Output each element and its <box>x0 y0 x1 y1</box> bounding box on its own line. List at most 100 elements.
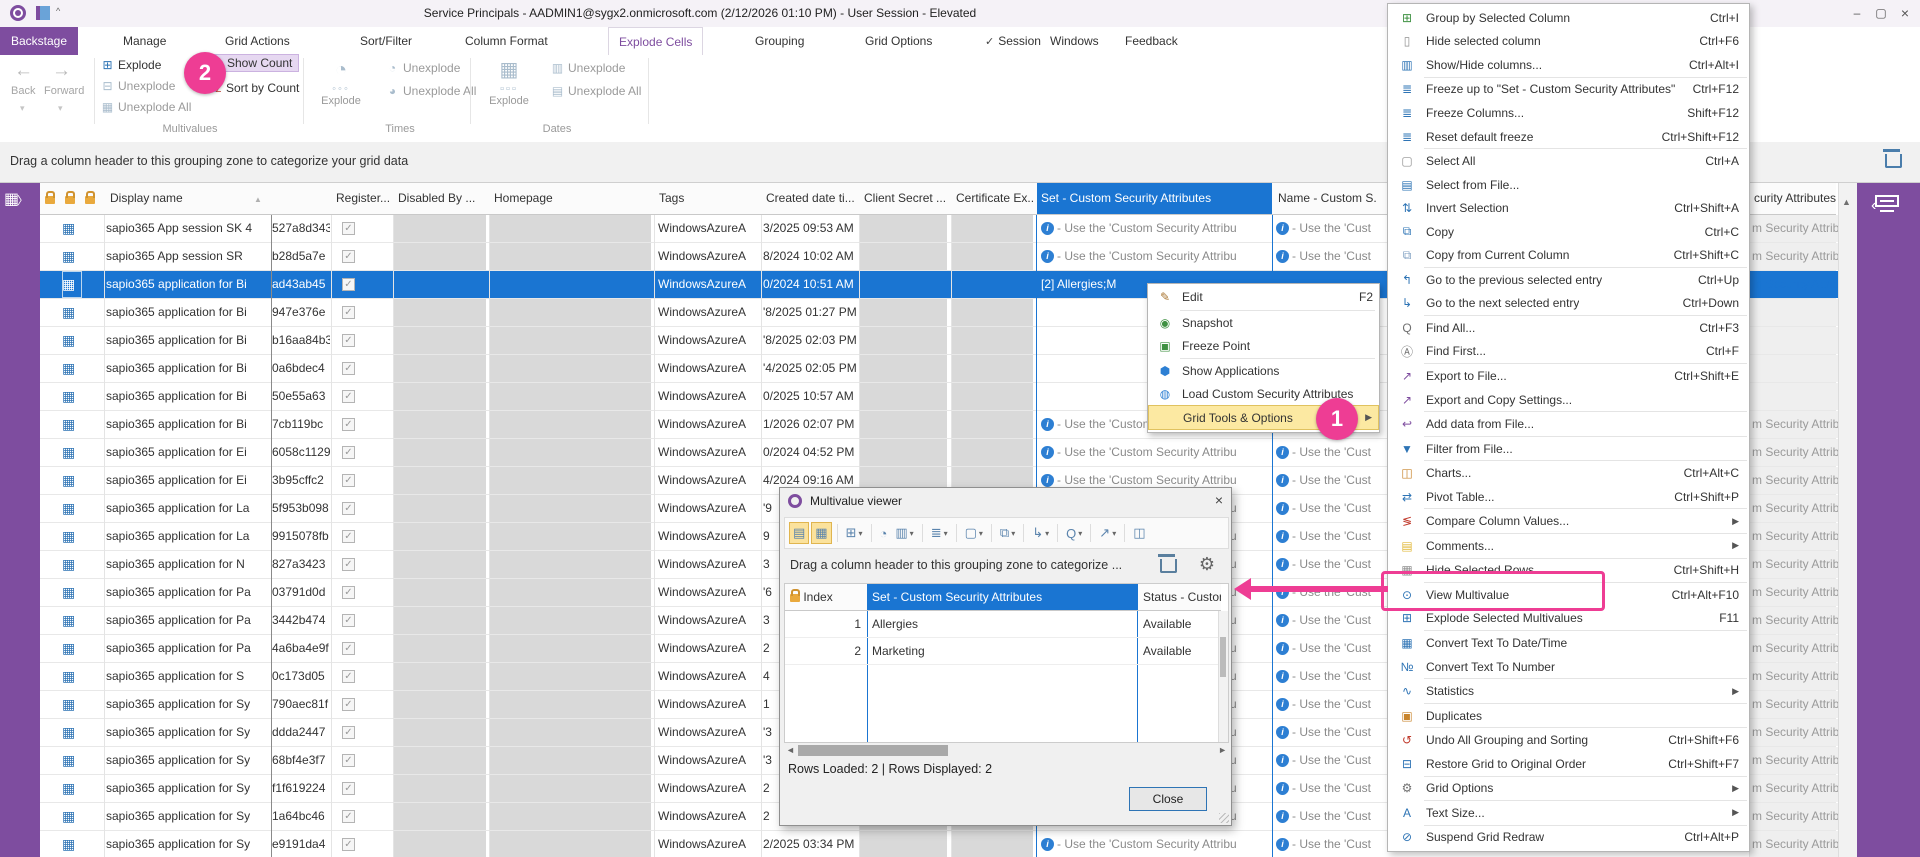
registered-checkbox[interactable]: ✓ <box>342 474 355 487</box>
disabled-by-cell[interactable] <box>394 439 488 466</box>
homepage-cell[interactable] <box>490 663 653 690</box>
id-cell[interactable]: 50e55a63 <box>272 383 330 410</box>
tags-cell[interactable]: WindowsAzureA <box>658 747 760 774</box>
menu-item-filter-from-file-[interactable]: ▼ Filter from File... <box>1388 437 1749 461</box>
tags-cell[interactable]: WindowsAzureA <box>658 327 760 354</box>
dialog-index-cell[interactable]: 2 <box>785 638 867 665</box>
menu-item-convert-text-to-date-time[interactable]: ▦ Convert Text To Date/Time <box>1388 631 1749 655</box>
trash-icon[interactable] <box>1883 149 1902 168</box>
row-grid-icon[interactable]: ▦ <box>62 579 82 606</box>
client-secret-cell[interactable] <box>860 411 949 438</box>
column-header-created-date-ti-[interactable]: Created date ti... <box>762 183 858 214</box>
dialog-toolbar-button[interactable]: ▦ <box>811 522 832 544</box>
disabled-by-cell[interactable] <box>394 719 488 746</box>
dialog-vertical-scrollbar[interactable] <box>1218 611 1228 742</box>
row-grid-icon[interactable]: ▦ <box>62 299 82 326</box>
tags-cell[interactable]: WindowsAzureA <box>658 243 760 270</box>
id-cell[interactable]: f1f619224 <box>272 775 330 802</box>
tab-windows[interactable]: Windows <box>1040 27 1109 55</box>
hidden-column-fragment-cell[interactable]: m Security Attribu <box>1750 215 1838 242</box>
name-attributes-cell[interactable]: i- Use the 'Cust <box>1276 215 1386 242</box>
hidden-column-fragment-cell[interactable]: m Security Attribu <box>1750 271 1838 298</box>
tags-cell[interactable]: WindowsAzureA <box>658 719 760 746</box>
id-cell[interactable]: 3b95cffc2 <box>272 467 330 494</box>
times-unexplode-all-button[interactable]: ◕ Unexplode All <box>385 84 477 98</box>
dialog-value-cell[interactable]: Allergies <box>867 611 1138 638</box>
registered-checkbox[interactable]: ✓ <box>342 334 355 347</box>
menu-item-show-applications[interactable]: ⬢ Show Applications <box>1148 360 1379 383</box>
client-secret-cell[interactable] <box>860 355 949 382</box>
set-attributes-cell[interactable]: i- Use the 'Custom Security Attribu <box>1041 243 1270 270</box>
name-attributes-cell[interactable]: i- Use the 'Cust <box>1276 439 1386 466</box>
display-name-cell[interactable]: sapio365 application for Sy <box>106 719 270 746</box>
row-grid-icon[interactable]: ▦ <box>62 523 82 550</box>
dates-explode-button[interactable]: ▦ ▫▫▫ Explode <box>478 57 540 107</box>
display-name-cell[interactable]: sapio365 application for Sy <box>106 803 270 830</box>
column-header-certificate-ex-[interactable]: Certificate Ex... <box>952 183 1035 214</box>
name-attributes-cell[interactable]: i- Use the 'Cust <box>1276 775 1386 802</box>
registered-checkbox[interactable]: ✓ <box>342 754 355 767</box>
name-attributes-cell[interactable]: i- Use the 'Cust <box>1276 579 1386 606</box>
display-name-cell[interactable]: sapio365 application for Sy <box>106 831 270 857</box>
homepage-cell[interactable] <box>490 355 653 382</box>
display-name-cell[interactable]: sapio365 application for Ei <box>106 439 270 466</box>
gear-icon[interactable]: ⚙ <box>1199 554 1215 575</box>
row-grid-icon[interactable]: ▦ <box>62 495 82 522</box>
registered-checkbox[interactable]: ✓ <box>342 530 355 543</box>
menu-item-compare-column-values-[interactable]: ≶ Compare Column Values... ▶ <box>1388 509 1749 533</box>
hidden-column-fragment-cell[interactable] <box>1750 299 1838 326</box>
client-secret-cell[interactable] <box>860 831 949 857</box>
times-unexplode-button[interactable]: ◔ Unexplode <box>385 61 461 75</box>
homepage-cell[interactable] <box>490 523 653 550</box>
tags-cell[interactable]: WindowsAzureA <box>658 495 760 522</box>
scroll-left-icon[interactable]: ◄ <box>786 745 795 755</box>
disabled-by-cell[interactable] <box>394 243 488 270</box>
menu-item-charts-[interactable]: ◫ Charts... Ctrl+Alt+C <box>1388 461 1749 485</box>
display-name-cell[interactable]: sapio365 App session SR <box>106 243 270 270</box>
dialog-toolbar-button[interactable]: ▥ ▾ <box>892 523 916 543</box>
dialog-grouping-zone[interactable]: Drag a column header to this grouping zo… <box>784 551 1229 581</box>
menu-item-restore-grid-to-original-order[interactable]: ⊟ Restore Grid to Original Order Ctrl+Shif… <box>1388 752 1749 776</box>
dialog-col-status[interactable]: Status - Custom <box>1138 584 1221 611</box>
id-cell[interactable]: 527a8d343 <box>272 215 330 242</box>
tab-column-format[interactable]: Column Format <box>455 27 558 55</box>
tags-cell[interactable]: WindowsAzureA <box>658 355 760 382</box>
menu-item-export-to-file-[interactable]: ↗ Export to File... Ctrl+Shift+E <box>1388 364 1749 388</box>
dialog-toolbar-button[interactable]: ◔ <box>877 524 891 543</box>
client-secret-cell[interactable] <box>860 439 949 466</box>
disabled-by-cell[interactable] <box>394 551 488 578</box>
forward-caret-icon[interactable]: ▾ <box>58 103 63 114</box>
tab-explode-cells[interactable]: Explode Cells <box>608 27 704 55</box>
homepage-cell[interactable] <box>490 635 653 662</box>
dialog-toolbar-button[interactable]: ▢ ▾ <box>962 523 986 543</box>
homepage-cell[interactable] <box>490 467 653 494</box>
homepage-cell[interactable] <box>490 579 653 606</box>
set-attributes-cell[interactable]: i- Use the 'Custom Security Attribu <box>1041 215 1270 242</box>
id-cell[interactable]: 03791d0d <box>272 579 330 606</box>
id-cell[interactable]: 790aec81f <box>272 691 330 718</box>
menu-item-text-size-[interactable]: A Text Size... ▶ <box>1388 801 1749 825</box>
display-name-cell[interactable]: sapio365 application for Bi <box>106 355 270 382</box>
column-header-blank[interactable] <box>272 183 330 214</box>
id-cell[interactable]: 827a3423 <box>272 551 330 578</box>
id-cell[interactable]: ddda2447 <box>272 719 330 746</box>
menu-item-statistics[interactable]: ∿ Statistics ▶ <box>1388 679 1749 703</box>
certificate-cell[interactable] <box>952 355 1035 382</box>
row-grid-icon[interactable]: ▦ <box>62 635 82 662</box>
hidden-column-fragment-cell[interactable]: m Security Attribu <box>1750 551 1838 578</box>
dialog-close-button[interactable]: Close <box>1129 787 1207 811</box>
row-grid-icon[interactable]: ▦ <box>62 439 82 466</box>
disabled-by-cell[interactable] <box>394 299 488 326</box>
row-grid-icon[interactable]: ▦ <box>62 355 82 382</box>
homepage-cell[interactable] <box>490 495 653 522</box>
registered-checkbox[interactable]: ✓ <box>342 558 355 571</box>
column-header-display-name[interactable]: Display name ▲ <box>106 183 270 214</box>
hidden-column-fragment-cell[interactable]: m Security Attribu <box>1750 803 1838 830</box>
tags-cell[interactable]: WindowsAzureA <box>658 579 760 606</box>
menu-item-select-all[interactable]: ▢ Select All Ctrl+A <box>1388 149 1749 173</box>
name-attributes-cell[interactable]: i- Use the 'Cust <box>1276 495 1386 522</box>
column-header-disabled-by-[interactable]: Disabled By ... <box>394 183 488 214</box>
hidden-column-fragment-cell[interactable]: m Security Attribu <box>1750 635 1838 662</box>
hidden-column-fragment-cell[interactable]: m Security Attribu <box>1750 691 1838 718</box>
created-date-cell[interactable]: 2/2025 03:34 PM <box>763 831 856 857</box>
